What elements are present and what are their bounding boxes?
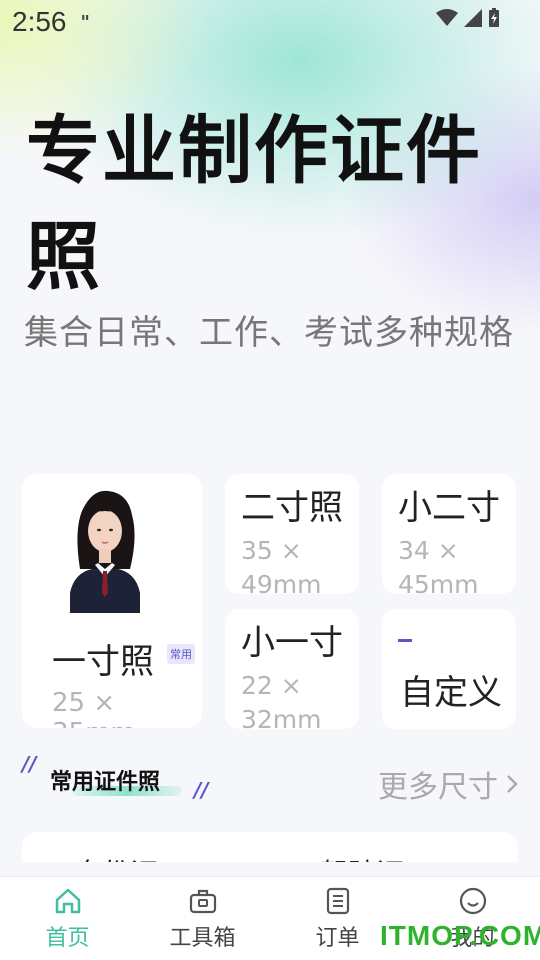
size-dimensions: 34 × 45mm xyxy=(398,536,479,594)
list-item-label: 身份证 xyxy=(74,852,158,862)
wifi-icon xyxy=(436,9,458,26)
status-icons xyxy=(436,8,500,28)
section-header: // 常用证件照 // 更多尺寸 xyxy=(22,752,522,805)
portrait-photo xyxy=(52,481,158,613)
more-sizes-link[interactable]: 更多尺寸 xyxy=(378,762,518,806)
more-sizes-label: 更多尺寸 xyxy=(378,770,498,805)
size-dimensions: 35 × 49mm xyxy=(241,536,322,594)
tab-label: 首页 xyxy=(45,925,90,951)
smile-icon xyxy=(459,887,486,914)
dash-icon xyxy=(398,639,412,642)
hero-title: 专业制作证件照 xyxy=(26,108,482,300)
size-card-custom[interactable]: 自定义 xyxy=(382,609,516,729)
tab-label: 订单 xyxy=(315,925,360,951)
signal-icon xyxy=(464,9,482,27)
size-label: 一寸照 xyxy=(52,642,154,682)
tab-home[interactable]: 首页 xyxy=(8,886,128,952)
size-label: 自定义 xyxy=(400,673,502,713)
document-list-card[interactable]: 身份证 驾驶证 xyxy=(22,832,518,862)
size-dimensions: 25 × 35mm xyxy=(52,688,136,728)
status-bar: 2:56 " xyxy=(0,0,540,44)
watermark-text: ITMOP.COM xyxy=(380,920,540,951)
size-card-small-one-inch[interactable]: 小一寸 22 × 32mm xyxy=(225,609,359,729)
size-card-small-two-inch[interactable]: 小二寸 34 × 45mm xyxy=(382,474,516,594)
section-title: 常用证件照 xyxy=(50,770,161,795)
size-dimensions: 22 × 32mm xyxy=(241,671,322,729)
size-label: 小二寸 xyxy=(398,488,500,528)
chevron-right-icon xyxy=(507,775,518,793)
home-icon xyxy=(55,888,80,913)
tab-toolbox[interactable]: 工具箱 xyxy=(143,886,263,952)
order-icon xyxy=(326,887,349,914)
size-label: 二寸照 xyxy=(241,488,343,528)
toolbox-icon xyxy=(189,889,216,913)
hero-subtitle: 集合日常、工作、考试多种规格 xyxy=(24,313,514,353)
slash-decoration-icon: // xyxy=(22,752,37,776)
size-label: 小一寸 xyxy=(241,623,343,663)
list-item-label: 驾驶证 xyxy=(320,852,404,862)
battery-icon xyxy=(489,8,499,27)
slash-decoration-icon: // xyxy=(194,778,209,802)
status-notification-icon: " xyxy=(80,11,91,33)
size-card-one-inch[interactable]: 一寸照 常用 25 × 35mm xyxy=(22,474,202,728)
common-badge: 常用 xyxy=(167,644,195,664)
size-card-two-inch[interactable]: 二寸照 35 × 49mm xyxy=(225,474,359,594)
status-time: 2:56 xyxy=(12,6,67,37)
tab-label: 工具箱 xyxy=(169,925,236,951)
